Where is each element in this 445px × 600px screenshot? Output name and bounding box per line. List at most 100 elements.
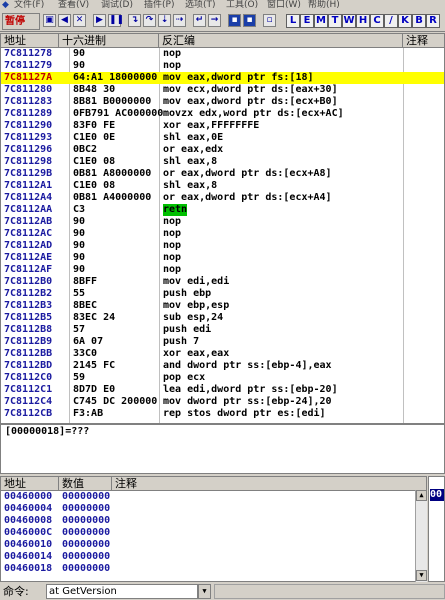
status-paused-badge: 暂停	[2, 13, 40, 30]
disasm-row[interactable]: 7C8112BB 33C0 xor eax,eax	[1, 348, 444, 360]
dump-header-comment[interactable]: 注释	[112, 477, 426, 491]
disasm-row[interactable]: 7C8112C1 8D7D E0 lea edi,dword ptr ss:[ebp…	[1, 384, 444, 396]
disasm-row[interactable]: 7C8112B2 55 push ebp	[1, 288, 444, 300]
toolbar-extra3-icon[interactable]: ▫	[263, 14, 276, 27]
column-header-address[interactable]: 地址	[1, 34, 59, 48]
disasm-row[interactable]: 7C81129B 0B81 A8000000 or eax,dword ptr ds…	[1, 168, 444, 180]
window-breakpoints-button[interactable]: B	[412, 14, 426, 28]
dump-row[interactable]: 00460008 00000000	[1, 515, 426, 527]
stack-pane[interactable]: 00	[428, 476, 445, 582]
disassembly-pane[interactable]: 地址 十六进制 反汇编 注释 7C811278 90 nop 7C811279 90 no…	[0, 33, 445, 424]
menu-view[interactable]: 查看(V)	[58, 0, 89, 11]
disasm-row[interactable]: 7C811289 0FB791 AC000000 movzx edx,word pt…	[1, 108, 444, 120]
trace-over-icon[interactable]: ⇢	[173, 14, 186, 27]
menu-plugins[interactable]: 插件(P)	[144, 0, 174, 11]
disasm-instruction: shl eax,0E	[163, 132, 224, 143]
dump-row[interactable]: 0046000C 00000000	[1, 527, 426, 539]
window-patches-button[interactable]: /	[384, 14, 398, 28]
column-header-disasm[interactable]: 反汇编	[159, 34, 403, 48]
restart-icon[interactable]: ◀	[58, 14, 71, 27]
disasm-address: 7C8112AC	[4, 228, 53, 239]
window-threads-button[interactable]: T	[328, 14, 342, 28]
dump-row[interactable]: 00460010 00000000	[1, 539, 426, 551]
disasm-instruction: or eax,edx	[163, 144, 224, 155]
menu-options[interactable]: 选项(T)	[185, 0, 216, 11]
go-to-icon[interactable]: →	[208, 14, 221, 27]
disasm-row[interactable]: 7C8112AF 90 nop	[1, 264, 444, 276]
window-windows-button[interactable]: W	[342, 14, 356, 28]
stack-selected-row[interactable]: 00	[430, 489, 444, 501]
run-icon[interactable]: ▶	[93, 14, 106, 27]
disasm-row[interactable]: 7C811296 0BC2 or eax,edx	[1, 144, 444, 156]
step-into-icon[interactable]: ↴	[128, 14, 141, 27]
chevron-down-icon[interactable]: ▼	[198, 584, 211, 599]
column-header-comment[interactable]: 注释	[403, 34, 444, 48]
execute-till-return-icon[interactable]: ↵	[193, 14, 206, 27]
disasm-hex: C745 DC 200000	[73, 396, 158, 407]
disasm-row[interactable]: 7C8112B8 57 push edi	[1, 324, 444, 336]
window-log-button[interactable]: L	[286, 14, 300, 28]
disasm-row[interactable]: 7C8112A4 0B81 A4000000 or eax,dword ptr ds…	[1, 192, 444, 204]
disasm-row[interactable]: 7C8112AB 90 nop	[1, 216, 444, 228]
step-over-icon[interactable]: ↷	[143, 14, 156, 27]
window-cpu-button[interactable]: C	[370, 14, 384, 28]
dump-row[interactable]: 00460018 00000000	[1, 563, 426, 575]
disasm-hex: 83F0 FE	[73, 120, 116, 131]
disasm-row[interactable]: 7C811283 8B81 B0000000 mov eax,dword ptr d…	[1, 96, 444, 108]
dump-value: 00000000	[62, 515, 111, 526]
scroll-down-icon[interactable]: ▼	[416, 570, 427, 581]
menu-help[interactable]: 帮助(H)	[308, 0, 340, 11]
open-icon[interactable]: ▣	[43, 14, 56, 27]
disasm-row[interactable]: 7C811279 90 nop	[1, 60, 444, 72]
disasm-row[interactable]: 7C8112BD 2145 FC and dword ptr ss:[ebp-4],…	[1, 360, 444, 372]
dump-header-address[interactable]: 地址	[1, 477, 59, 491]
disasm-instruction: nop	[163, 48, 182, 59]
window-references-button[interactable]: R	[426, 14, 440, 28]
disasm-row[interactable]: 7C8112C0 59 pop ecx	[1, 372, 444, 384]
app-icon[interactable]: ◆	[2, 0, 9, 11]
window-executables-button[interactable]: E	[300, 14, 314, 28]
disasm-row[interactable]: 7C8112AD 90 nop	[1, 240, 444, 252]
toolbar-extra2-icon[interactable]: ▪	[243, 14, 256, 27]
trace-into-icon[interactable]: ⇣	[158, 14, 171, 27]
scroll-up-icon[interactable]: ▲	[416, 490, 427, 501]
disasm-row[interactable]: 7C8112C4 C745 DC 200000 mov dword ptr ss:[…	[1, 396, 444, 408]
disasm-row[interactable]: 7C811293 C1E0 0E shl eax,0E	[1, 132, 444, 144]
toolbar-extra-icon[interactable]: ▪	[228, 14, 241, 27]
column-header-hex[interactable]: 十六进制	[59, 34, 159, 48]
menu-file[interactable]: 文件(F)	[14, 0, 44, 11]
pause-icon[interactable]: ❚❚	[108, 14, 124, 27]
menu-bar: ◆ 文件(F) 查看(V) 调试(D) 插件(P) 选项(T) 工具(O) 窗口…	[0, 0, 445, 11]
dump-header-hex[interactable]: 数值	[59, 477, 112, 491]
disasm-row[interactable]: 7C8112A1 C1E0 08 shl eax,8	[1, 180, 444, 192]
disasm-row[interactable]: 7C81127A 64:A1 18000000 mov eax,dword ptr …	[1, 72, 444, 84]
menu-window[interactable]: 窗口(W)	[267, 0, 301, 11]
disasm-hex: 8B81 B0000000	[73, 96, 152, 107]
disasm-row[interactable]: 7C8112B5 83EC 24 sub esp,24	[1, 312, 444, 324]
disasm-row[interactable]: 7C811290 83F0 FE xor eax,FFFFFFFE	[1, 120, 444, 132]
disasm-row[interactable]: 7C8112AA C3 retn	[1, 204, 444, 216]
disasm-hex: 90	[73, 252, 86, 263]
window-handles-button[interactable]: H	[356, 14, 370, 28]
window-callstack-button[interactable]: K	[398, 14, 412, 28]
window-memory-button[interactable]: M	[314, 14, 328, 28]
disasm-row[interactable]: 7C811280 8B48 30 mov ecx,dword ptr ds:[eax…	[1, 84, 444, 96]
dump-row[interactable]: 00460014 00000000	[1, 551, 426, 563]
menu-tools[interactable]: 工具(O)	[226, 0, 258, 11]
menu-debug[interactable]: 调试(D)	[101, 0, 133, 11]
memory-dump-pane[interactable]: 地址 数值 注释 00460000 00000000 00460004 0000000…	[0, 476, 427, 582]
disasm-row[interactable]: 7C8112B9 6A 07 push 7	[1, 336, 444, 348]
dump-row[interactable]: 00460000 00000000	[1, 491, 426, 503]
disasm-row[interactable]: 7C811278 90 nop	[1, 48, 444, 60]
disasm-row[interactable]: 7C811298 C1E0 08 shl eax,8	[1, 156, 444, 168]
disasm-row[interactable]: 7C8112B3 8BEC mov ebp,esp	[1, 300, 444, 312]
disasm-row[interactable]: 7C8112AC 90 nop	[1, 228, 444, 240]
dump-row[interactable]: 00460004 00000000	[1, 503, 426, 515]
disasm-row[interactable]: 7C8112CB F3:AB rep stos dword ptr es:[edi]	[1, 408, 444, 420]
disasm-row[interactable]: 7C8112B0 8BFF mov edi,edi	[1, 276, 444, 288]
close-icon[interactable]: ✕	[73, 14, 86, 27]
disasm-instruction: shl eax,8	[163, 156, 218, 167]
disasm-row[interactable]: 7C8112AE 90 nop	[1, 252, 444, 264]
command-input[interactable]: at GetVersion	[46, 584, 198, 599]
dump-vertical-scrollbar[interactable]: ▲ ▼	[415, 490, 427, 582]
